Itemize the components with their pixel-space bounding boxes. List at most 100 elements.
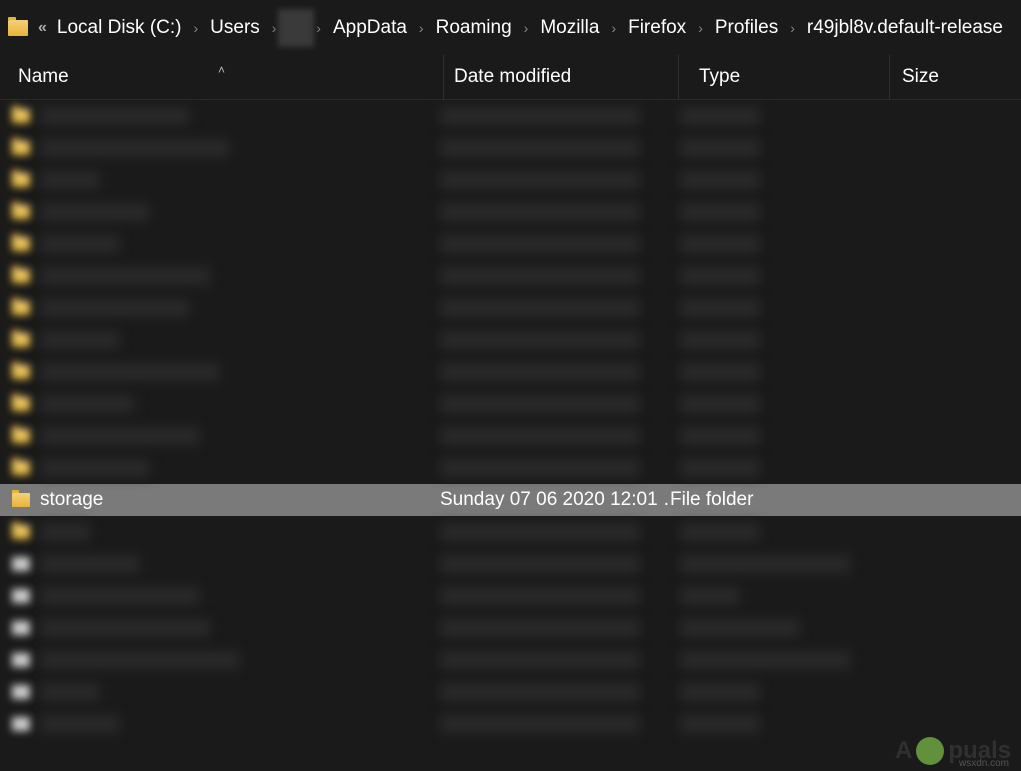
file-name <box>40 107 190 125</box>
file-name <box>40 523 90 541</box>
file-name <box>40 619 210 637</box>
file-type <box>680 203 760 221</box>
file-row[interactable] <box>0 612 1021 644</box>
folder-icon <box>12 365 30 379</box>
file-row[interactable] <box>0 260 1021 292</box>
folder-icon <box>12 269 30 283</box>
file-icon <box>12 717 30 731</box>
file-row[interactable] <box>0 676 1021 708</box>
watermark-badge-icon <box>916 737 944 765</box>
file-date <box>440 171 640 189</box>
column-header-type[interactable]: Type <box>679 66 889 88</box>
file-row[interactable] <box>0 324 1021 356</box>
file-name <box>40 235 120 253</box>
file-row[interactable] <box>0 708 1021 740</box>
file-name <box>40 171 100 189</box>
file-date <box>440 331 640 349</box>
file-row[interactable] <box>0 420 1021 452</box>
column-header-size[interactable]: Size <box>890 66 1010 88</box>
chevron-right-icon[interactable]: › <box>193 20 198 36</box>
file-row[interactable] <box>0 196 1021 228</box>
file-date <box>440 267 640 285</box>
file-row[interactable] <box>0 548 1021 580</box>
file-date <box>440 619 640 637</box>
file-name: storage <box>40 489 440 511</box>
file-name <box>40 363 220 381</box>
file-row[interactable] <box>0 164 1021 196</box>
watermark-subtext: wsxdn.com <box>959 758 1009 769</box>
file-row[interactable] <box>0 100 1021 132</box>
file-date <box>440 139 640 157</box>
overflow-chevrons-icon[interactable]: « <box>38 19 43 37</box>
folder-icon <box>8 20 28 36</box>
folder-icon <box>12 461 30 475</box>
file-date <box>440 651 640 669</box>
file-date <box>440 459 640 477</box>
breadcrumb-item-mozilla[interactable]: Mozilla <box>530 13 609 43</box>
folder-icon <box>12 429 30 443</box>
file-type <box>680 331 760 349</box>
chevron-right-icon[interactable]: › <box>611 20 616 36</box>
file-date <box>440 395 640 413</box>
file-list: storageSunday 07 06 2020 12:01 …File fol… <box>0 100 1021 740</box>
file-name <box>40 427 200 445</box>
file-name <box>40 299 190 317</box>
folder-icon <box>12 493 30 507</box>
file-type <box>680 139 760 157</box>
file-row[interactable] <box>0 132 1021 164</box>
file-icon <box>12 653 30 667</box>
file-type <box>680 619 800 637</box>
breadcrumb-item-appdata[interactable]: AppData <box>323 13 417 43</box>
file-date <box>440 299 640 317</box>
breadcrumb-item-roaming[interactable]: Roaming <box>426 13 522 43</box>
file-type <box>680 523 760 541</box>
file-row[interactable] <box>0 292 1021 324</box>
file-date <box>440 363 640 381</box>
column-header-name[interactable]: ˄ Name <box>0 66 443 88</box>
file-type <box>680 715 760 733</box>
file-date <box>440 203 640 221</box>
breadcrumb-item-users[interactable]: Users <box>200 13 270 43</box>
chevron-right-icon[interactable]: › <box>524 20 529 36</box>
file-date <box>440 427 640 445</box>
file-type: File folder <box>670 489 870 511</box>
file-row[interactable] <box>0 452 1021 484</box>
file-date <box>440 715 640 733</box>
file-name <box>40 139 230 157</box>
file-name <box>40 651 240 669</box>
column-headers: ˄ Name Date modified Type Size <box>0 55 1021 100</box>
file-date <box>440 587 640 605</box>
file-type <box>680 267 760 285</box>
file-name <box>40 267 210 285</box>
file-row[interactable] <box>0 228 1021 260</box>
column-header-date[interactable]: Date modified <box>444 66 678 88</box>
chevron-right-icon[interactable]: › <box>316 20 321 36</box>
file-row[interactable] <box>0 356 1021 388</box>
breadcrumb-item-profiles[interactable]: Profiles <box>705 13 788 43</box>
file-name <box>40 395 135 413</box>
breadcrumb-bar: « Local Disk (C:) › Users › › AppData › … <box>0 0 1021 55</box>
column-header-name-label: Name <box>18 66 69 88</box>
file-type <box>680 107 760 125</box>
file-type <box>680 555 850 573</box>
chevron-right-icon[interactable]: › <box>790 20 795 36</box>
folder-icon <box>12 173 30 187</box>
chevron-right-icon[interactable]: › <box>272 20 277 36</box>
file-row[interactable] <box>0 388 1021 420</box>
breadcrumb-item-profile-folder[interactable]: r49jbl8v.default-release <box>797 13 1013 43</box>
file-row-selected[interactable]: storageSunday 07 06 2020 12:01 …File fol… <box>0 484 1021 516</box>
file-row[interactable] <box>0 580 1021 612</box>
file-type <box>680 235 760 253</box>
file-icon <box>12 589 30 603</box>
file-row[interactable] <box>0 516 1021 548</box>
chevron-right-icon[interactable]: › <box>419 20 424 36</box>
file-row[interactable] <box>0 644 1021 676</box>
file-type <box>680 363 760 381</box>
breadcrumb-item-drive[interactable]: Local Disk (C:) <box>47 13 192 43</box>
chevron-right-icon[interactable]: › <box>698 20 703 36</box>
breadcrumb-item-username[interactable] <box>278 9 314 47</box>
breadcrumb-item-firefox[interactable]: Firefox <box>618 13 696 43</box>
file-date <box>440 555 640 573</box>
folder-icon <box>12 397 30 411</box>
file-date <box>440 683 640 701</box>
